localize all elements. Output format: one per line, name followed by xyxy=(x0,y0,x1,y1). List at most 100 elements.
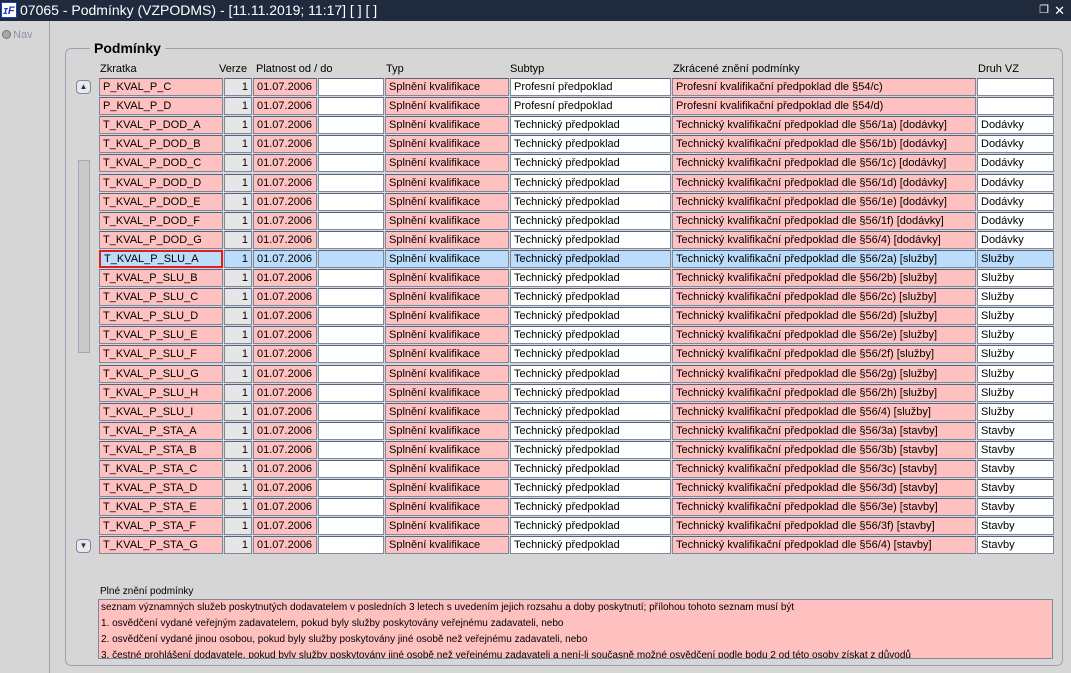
cell-do[interactable] xyxy=(318,440,384,459)
cell-verze[interactable]: 1 xyxy=(224,78,252,96)
cell-typ[interactable]: Splnění kvalifikace xyxy=(385,345,509,364)
cell-do[interactable] xyxy=(318,345,384,364)
cell-zkracene[interactable]: Technický kvalifikační předpoklad dle §5… xyxy=(672,230,976,249)
cell-zkracene[interactable]: Technický kvalifikační předpoklad dle §5… xyxy=(672,307,976,326)
cell-od[interactable]: 01.07.2006 xyxy=(253,269,317,287)
cell-typ[interactable]: Splnění kvalifikace xyxy=(385,97,509,116)
cell-typ[interactable]: Splnění kvalifikace xyxy=(385,402,509,421)
cell-zkratka[interactable]: P_KVAL_P_C xyxy=(99,78,223,96)
cell-typ[interactable]: Splnění kvalifikace xyxy=(385,116,509,135)
cell-zkracene[interactable]: Profesní kvalifikační předpoklad dle §54… xyxy=(672,78,976,96)
cell-od[interactable]: 01.07.2006 xyxy=(253,402,317,421)
cell-druh[interactable] xyxy=(977,97,1054,116)
cell-od[interactable]: 01.07.2006 xyxy=(253,440,317,459)
cell-do[interactable] xyxy=(318,383,384,402)
cell-zkratka[interactable]: T_KVAL_P_STA_A xyxy=(99,421,223,440)
cell-od[interactable]: 01.07.2006 xyxy=(253,345,317,364)
cell-od[interactable]: 01.07.2006 xyxy=(253,135,317,154)
cell-do[interactable] xyxy=(318,498,384,517)
cell-do[interactable] xyxy=(318,249,384,268)
cell-druh[interactable]: Služby xyxy=(977,345,1054,364)
cell-zkratka[interactable]: T_KVAL_P_SLU_C xyxy=(99,288,223,307)
cell-subtyp[interactable]: Technický předpoklad xyxy=(510,116,671,135)
cell-druh[interactable]: Služby xyxy=(977,383,1054,402)
cell-od[interactable]: 01.07.2006 xyxy=(253,116,317,135)
cell-zkratka[interactable]: T_KVAL_P_SLU_I xyxy=(99,402,223,421)
cell-druh[interactable]: Služby xyxy=(977,249,1054,268)
cell-od[interactable]: 01.07.2006 xyxy=(253,211,317,230)
cell-druh[interactable]: Služby xyxy=(977,269,1054,287)
cell-verze[interactable]: 1 xyxy=(224,249,252,268)
cell-verze[interactable]: 1 xyxy=(224,517,252,536)
cell-typ[interactable]: Splnění kvalifikace xyxy=(385,78,509,96)
cell-verze[interactable]: 1 xyxy=(224,154,252,173)
cell-typ[interactable]: Splnění kvalifikace xyxy=(385,173,509,192)
cell-druh[interactable]: Stavby xyxy=(977,536,1054,555)
cell-od[interactable]: 01.07.2006 xyxy=(253,230,317,249)
cell-subtyp[interactable]: Technický předpoklad xyxy=(510,345,671,364)
cell-typ[interactable]: Splnění kvalifikace xyxy=(385,269,509,287)
cell-zkratka[interactable]: T_KVAL_P_STA_B xyxy=(99,440,223,459)
cell-druh[interactable]: Dodávky xyxy=(977,192,1054,211)
cell-od[interactable]: 01.07.2006 xyxy=(253,154,317,173)
cell-typ[interactable]: Splnění kvalifikace xyxy=(385,479,509,498)
restore-icon[interactable]: ❐ xyxy=(1039,0,1049,21)
cell-typ[interactable]: Splnění kvalifikace xyxy=(385,154,509,173)
cell-od[interactable]: 01.07.2006 xyxy=(253,421,317,440)
cell-druh[interactable]: Služby xyxy=(977,364,1054,383)
cell-druh[interactable]: Stavby xyxy=(977,479,1054,498)
cell-zkracene[interactable]: Technický kvalifikační předpoklad dle §5… xyxy=(672,154,976,173)
cell-od[interactable]: 01.07.2006 xyxy=(253,498,317,517)
cell-verze[interactable]: 1 xyxy=(224,269,252,287)
cell-zkracene[interactable]: Technický kvalifikační předpoklad dle §5… xyxy=(672,364,976,383)
cell-do[interactable] xyxy=(318,211,384,230)
cell-zkracene[interactable]: Technický kvalifikační předpoklad dle §5… xyxy=(672,173,976,192)
cell-verze[interactable]: 1 xyxy=(224,230,252,249)
cell-od[interactable]: 01.07.2006 xyxy=(253,249,317,268)
cell-druh[interactable]: Dodávky xyxy=(977,211,1054,230)
cell-subtyp[interactable]: Technický předpoklad xyxy=(510,479,671,498)
cell-od[interactable]: 01.07.2006 xyxy=(253,78,317,96)
cell-od[interactable]: 01.07.2006 xyxy=(253,364,317,383)
cell-zkracene[interactable]: Technický kvalifikační předpoklad dle §5… xyxy=(672,517,976,536)
cell-subtyp[interactable]: Technický předpoklad xyxy=(510,192,671,211)
cell-do[interactable] xyxy=(318,326,384,345)
cell-do[interactable] xyxy=(318,230,384,249)
cell-druh[interactable]: Stavby xyxy=(977,517,1054,536)
cell-zkracene[interactable]: Technický kvalifikační předpoklad dle §5… xyxy=(672,383,976,402)
cell-typ[interactable]: Splnění kvalifikace xyxy=(385,249,509,268)
cell-typ[interactable]: Splnění kvalifikace xyxy=(385,288,509,307)
cell-od[interactable]: 01.07.2006 xyxy=(253,97,317,116)
cell-zkratka[interactable]: T_KVAL_P_STA_D xyxy=(99,479,223,498)
cell-zkratka[interactable]: T_KVAL_P_SLU_F xyxy=(99,345,223,364)
cell-zkracene[interactable]: Technický kvalifikační předpoklad dle §5… xyxy=(672,479,976,498)
cell-druh[interactable]: Služby xyxy=(977,307,1054,326)
cell-zkratka[interactable]: T_KVAL_P_STA_E xyxy=(99,498,223,517)
cell-druh[interactable]: Služby xyxy=(977,402,1054,421)
cell-druh[interactable]: Stavby xyxy=(977,460,1054,478)
cell-od[interactable]: 01.07.2006 xyxy=(253,479,317,498)
cell-verze[interactable]: 1 xyxy=(224,211,252,230)
cell-zkratka[interactable]: T_KVAL_P_DOD_E xyxy=(99,192,223,211)
cell-do[interactable] xyxy=(318,135,384,154)
cell-druh[interactable]: Stavby xyxy=(977,498,1054,517)
cell-typ[interactable]: Splnění kvalifikace xyxy=(385,192,509,211)
cell-od[interactable]: 01.07.2006 xyxy=(253,517,317,536)
cell-do[interactable] xyxy=(318,288,384,307)
scrollbar-thumb[interactable] xyxy=(78,160,90,353)
cell-od[interactable]: 01.07.2006 xyxy=(253,288,317,307)
cell-do[interactable] xyxy=(318,536,384,555)
cell-zkratka[interactable]: T_KVAL_P_DOD_F xyxy=(99,211,223,230)
cell-typ[interactable]: Splnění kvalifikace xyxy=(385,517,509,536)
cell-od[interactable]: 01.07.2006 xyxy=(253,536,317,555)
cell-subtyp[interactable]: Technický předpoklad xyxy=(510,230,671,249)
cell-zkratka[interactable]: T_KVAL_P_DOD_A xyxy=(99,116,223,135)
cell-verze[interactable]: 1 xyxy=(224,173,252,192)
cell-do[interactable] xyxy=(318,78,384,96)
cell-do[interactable] xyxy=(318,116,384,135)
cell-do[interactable] xyxy=(318,517,384,536)
cell-do[interactable] xyxy=(318,192,384,211)
cell-od[interactable]: 01.07.2006 xyxy=(253,326,317,345)
cell-subtyp[interactable]: Technický předpoklad xyxy=(510,326,671,345)
cell-verze[interactable]: 1 xyxy=(224,192,252,211)
